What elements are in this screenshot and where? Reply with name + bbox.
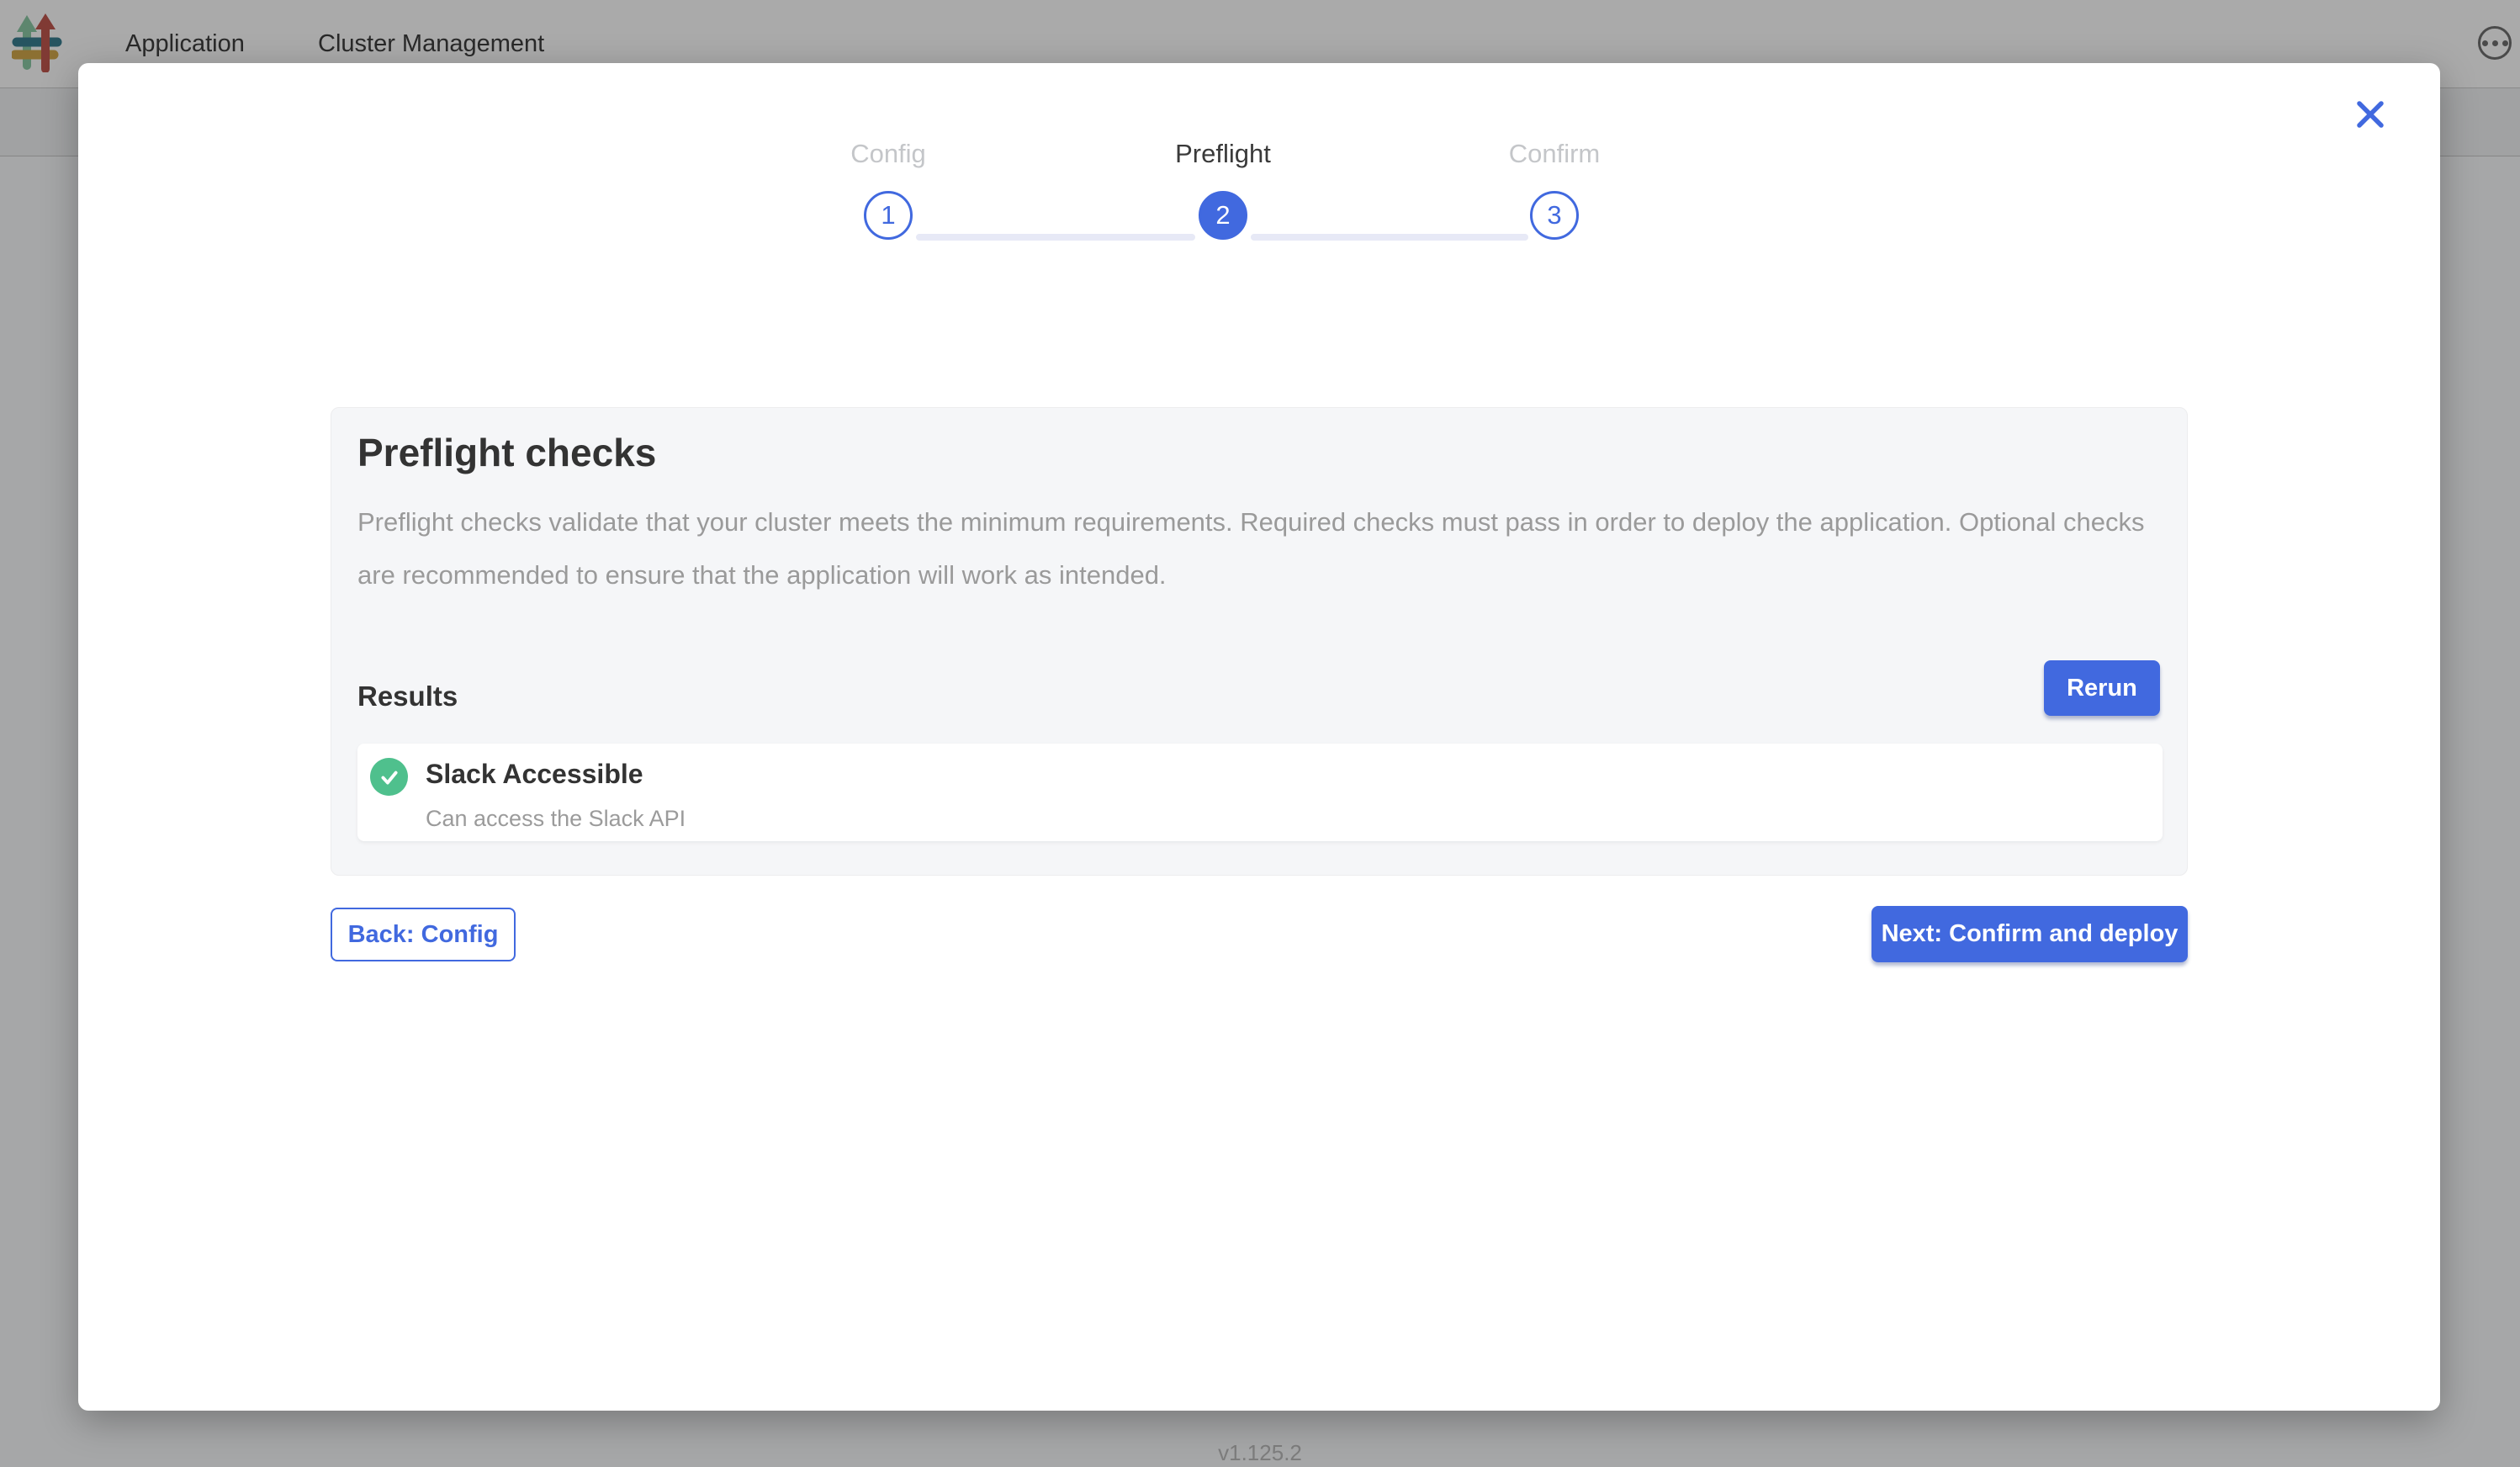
step-config-label: Config (787, 139, 989, 169)
step-preflight: Preflight 2 (1122, 139, 1324, 240)
page-title: Preflight checks (357, 430, 656, 475)
step-confirm-label: Confirm (1453, 139, 1655, 169)
next-button[interactable]: Next: Confirm and deploy (1871, 906, 2188, 962)
step-preflight-circle: 2 (1199, 191, 1247, 240)
result-title: Slack Accessible (426, 759, 643, 790)
step-confirm: Confirm 3 (1453, 139, 1655, 240)
step-preflight-label: Preflight (1122, 139, 1324, 169)
rerun-button[interactable]: Rerun (2044, 660, 2160, 716)
step-config: Config 1 (787, 139, 989, 240)
preflight-description: Preflight checks validate that your clus… (357, 495, 2163, 601)
preflight-result-row: Slack Accessible Can access the Slack AP… (357, 744, 2163, 841)
preflight-wizard-modal: Config 1 Preflight 2 Confirm 3 Preflight… (78, 63, 2440, 1411)
result-detail: Can access the Slack API (426, 806, 686, 832)
preflight-panel: Preflight checks Preflight checks valida… (331, 407, 2188, 876)
step-config-circle: 1 (864, 191, 913, 240)
step-confirm-circle: 3 (1530, 191, 1579, 240)
screen: Application Cluster Management v1.125.2 … (0, 0, 2520, 1467)
results-heading: Results (357, 681, 458, 712)
close-icon[interactable] (2356, 100, 2385, 129)
back-button[interactable]: Back: Config (331, 908, 516, 961)
check-pass-icon (370, 758, 408, 796)
